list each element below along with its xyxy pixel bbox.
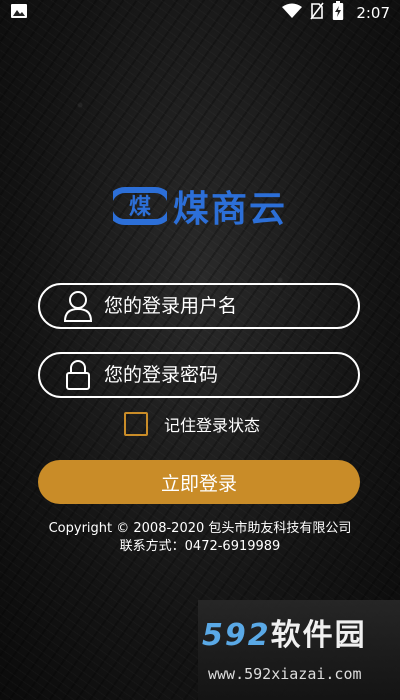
password-input[interactable]	[104, 364, 358, 386]
remember-label: 记住登录状态	[164, 416, 261, 435]
watermark-brand-cn: 软件园	[270, 618, 367, 653]
remember-checkbox[interactable]	[124, 412, 148, 436]
battery-charging-icon	[332, 1, 344, 25]
password-field[interactable]	[38, 352, 360, 398]
logo-mark-icon: 煤	[112, 186, 167, 226]
site-watermark: 592软件园 www.592xiazai.com	[198, 600, 400, 700]
watermark-url: www.592xiazai.com	[208, 665, 362, 683]
watermark-brand: 592软件园	[202, 610, 367, 654]
copyright-text: Copyright © 2008-2020 包头市助友科技有限公司	[48, 521, 352, 536]
user-icon	[62, 290, 94, 322]
watermark-digits: 592	[202, 618, 271, 653]
username-input[interactable]	[104, 295, 358, 317]
status-time: 2:07	[356, 4, 390, 22]
app-logo: 煤 煤商云	[0, 180, 400, 232]
contact-text: 联系方式：0472-6919989	[119, 539, 281, 554]
username-field[interactable]	[38, 283, 360, 329]
no-sim-icon	[310, 2, 324, 24]
login-button[interactable]: 立即登录	[38, 460, 360, 504]
image-icon	[10, 3, 28, 23]
status-bar: 2:07	[0, 0, 400, 26]
logo-mark-text: 煤	[129, 194, 151, 220]
background-texture	[0, 0, 400, 700]
lock-icon	[62, 359, 94, 391]
logo-text: 煤商云	[172, 189, 287, 230]
remember-login-toggle[interactable]: 记住登录状态	[124, 412, 260, 436]
wifi-icon	[282, 3, 303, 23]
